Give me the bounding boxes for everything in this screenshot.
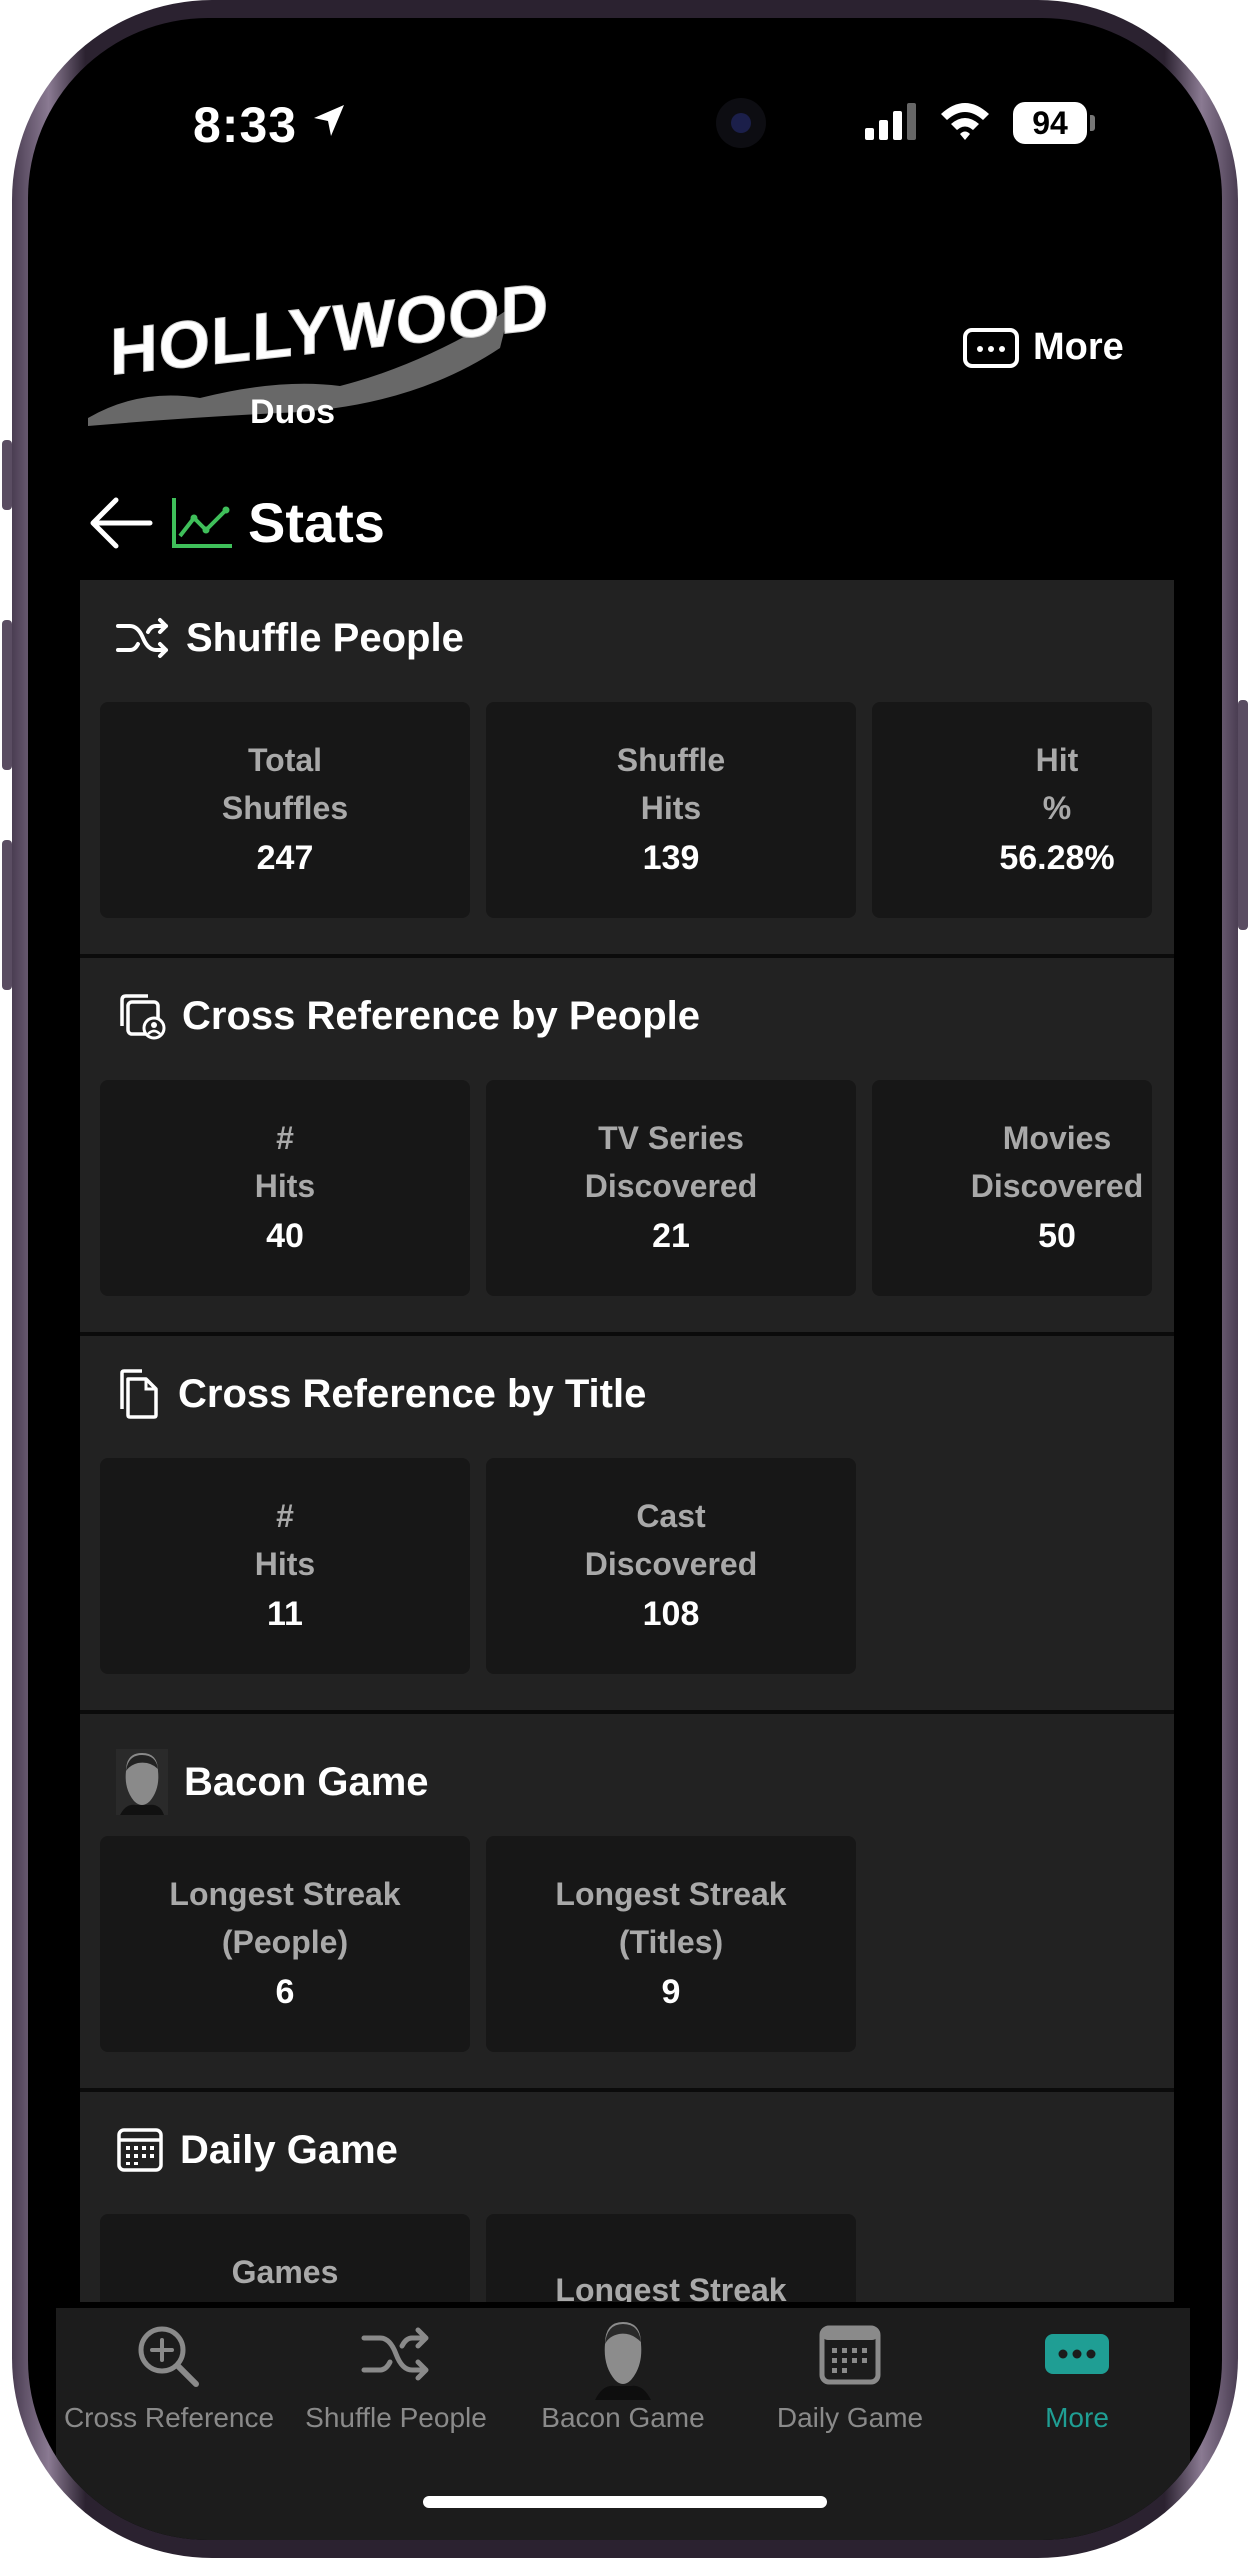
more-dots-icon (1045, 2334, 1109, 2374)
section-title: Cross Reference by Title (178, 1371, 647, 1416)
stat-label: Hit % (1035, 742, 1079, 826)
mute-switch (2, 440, 12, 510)
stat-label: Games (231, 2254, 339, 2290)
stat-label: Longest Streak (People) (169, 1876, 401, 1960)
stat-card-hit-percent: Hit % 56.28% (872, 702, 1152, 918)
stat-value: 50 (1038, 1217, 1076, 1255)
calendar-icon (819, 2325, 881, 2385)
page-title: Stats (248, 491, 385, 554)
stat-value: 247 (256, 839, 314, 877)
stat-card-movies-discovered: Movies Discovered 50 (872, 1080, 1152, 1296)
back-arrow-icon[interactable] (88, 496, 154, 550)
people-copy-icon (120, 994, 166, 1040)
documents-icon (120, 1369, 158, 1419)
stat-label: Cast Discovered (584, 1498, 758, 1582)
section-shuffle-people: Shuffle People Total Shuffles 247 Shuffl… (80, 580, 1174, 958)
stat-label: Total Shuffles (221, 742, 349, 826)
status-bar: 8:33 94 (28, 18, 1222, 218)
tab-more[interactable]: More (964, 2308, 1190, 2448)
line-chart-icon (172, 497, 232, 548)
stats-list[interactable]: Shuffle People Total Shuffles 247 Shuffl… (80, 580, 1174, 2302)
stat-card-total-shuffles: Total Shuffles 247 (100, 702, 470, 918)
shuffle-icon (361, 2327, 429, 2381)
magnify-plus-icon (138, 2326, 199, 2387)
stat-label: # Hits (254, 1120, 316, 1204)
stat-card-hits: # Hits 40 (100, 1080, 470, 1296)
more-button-label: More (1033, 326, 1124, 368)
stat-card-longest-streak-people: Longest Streak (People) 6 (100, 1836, 470, 2052)
stat-card-cast-discovered: Cast Discovered 108 (486, 1458, 856, 1674)
tab-daily-game[interactable]: Daily Game (737, 2308, 963, 2448)
page-header: Stats (88, 490, 385, 555)
power-button (1238, 700, 1248, 930)
stat-value: 108 (642, 1595, 700, 1633)
section-bacon-game: Bacon Game Longest Streak (People) 6 Lon… (80, 1714, 1174, 2092)
shuffle-icon (116, 618, 168, 658)
stat-label: TV Series Discovered (584, 1120, 758, 1204)
volume-down-button (2, 840, 12, 990)
actor-portrait-icon (116, 1749, 168, 1815)
stat-label: Movies Discovered (970, 1120, 1144, 1204)
tab-label: More (1045, 2402, 1109, 2433)
section-title: Cross Reference by People (182, 993, 700, 1038)
stat-value: 56.28% (999, 839, 1115, 877)
cellular-signal-icon (865, 103, 916, 140)
volume-up-button (2, 620, 12, 770)
stat-value: 9 (661, 1973, 681, 2011)
front-camera (716, 98, 766, 148)
svg-text:HOLLYWOOD: HOLLYWOOD (110, 270, 549, 390)
stat-value: 11 (267, 1595, 303, 1633)
stat-card-longest-streak-titles: Longest Streak (Titles) 9 (486, 1836, 856, 2052)
clock: 8:33 (193, 97, 298, 153)
calendar-icon (117, 2128, 163, 2172)
stat-card-longest-streak: Longest Streak (486, 2214, 856, 2302)
tab-shuffle-people[interactable]: Shuffle People (283, 2308, 509, 2448)
stat-card-games: Games (100, 2214, 470, 2302)
logo-subtitle: Duos (250, 393, 335, 431)
screen: 8:33 94 HOLLYWOOD Duos More Stats Shuffl… (28, 18, 1222, 2540)
location-arrow-icon (314, 105, 344, 136)
stat-value: 21 (652, 1217, 690, 1255)
tab-cross-reference[interactable]: Cross Reference (56, 2308, 282, 2448)
stat-card-shuffle-hits: Shuffle Hits 139 (486, 702, 856, 918)
section-cross-reference-people: Cross Reference by People # Hits 40 TV S… (80, 958, 1174, 1336)
section-title: Bacon Game (184, 1759, 429, 1804)
stat-label: Longest Streak (Titles) (555, 1876, 787, 1960)
tab-bacon-game[interactable]: Bacon Game (510, 2308, 736, 2448)
battery-indicator: 94 (1013, 102, 1095, 144)
stat-value: 6 (275, 1973, 295, 2011)
more-dots-icon (963, 327, 1019, 368)
section-cross-reference-title: Cross Reference by Title # Hits 11 Cast … (80, 1336, 1174, 1714)
section-title: Shuffle People (186, 615, 464, 660)
stat-value: 40 (266, 1217, 304, 1255)
stat-label: Longest Streak (555, 2272, 787, 2302)
stat-label: # Hits (254, 1498, 316, 1582)
stat-card-tv-series-discovered: TV Series Discovered 21 (486, 1080, 856, 1296)
section-title: Daily Game (180, 2127, 398, 2172)
stat-label: Shuffle Hits (616, 742, 726, 826)
stat-card-hits: # Hits 11 (100, 1458, 470, 1674)
stat-value: 139 (642, 839, 700, 877)
section-daily-game: Daily Game Games Longest Streak (80, 2092, 1174, 2302)
wifi-icon (941, 103, 989, 140)
home-indicator[interactable] (423, 2496, 827, 2508)
more-button[interactable]: More (963, 326, 1124, 369)
actor-portrait-icon (595, 2322, 651, 2400)
